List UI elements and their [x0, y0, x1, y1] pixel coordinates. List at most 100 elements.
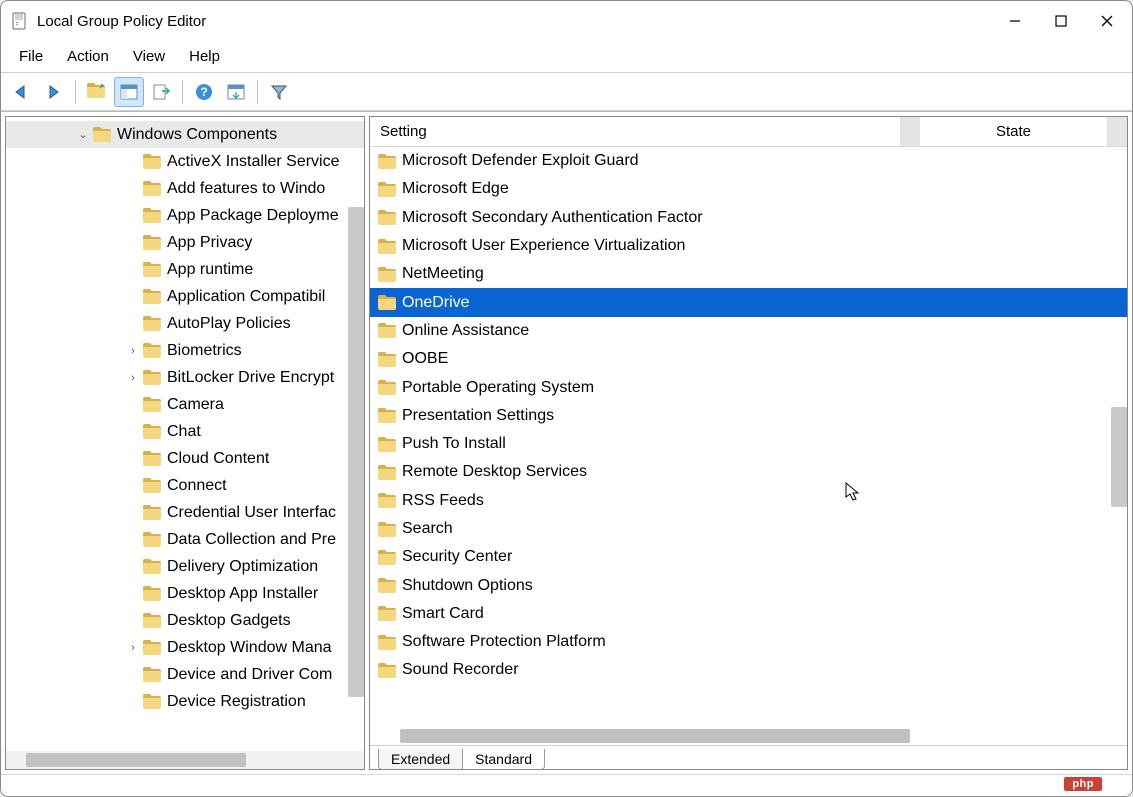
tree-item[interactable]: Desktop App Installer	[6, 580, 364, 607]
list-row[interactable]: Security Center	[370, 543, 1127, 571]
chevron-down-icon[interactable]: ⌄	[76, 128, 90, 141]
help-button[interactable]: ?	[189, 77, 219, 107]
tree-item[interactable]: App Package Deployme	[6, 202, 364, 229]
tree-root[interactable]: ⌄ Windows Components	[6, 121, 364, 148]
list-row[interactable]: Portable Operating System	[370, 373, 1127, 401]
show-hide-action-button[interactable]	[221, 77, 251, 107]
list-row[interactable]: Microsoft Secondary Authentication Facto…	[370, 204, 1127, 232]
tree-item[interactable]: Device and Driver Com	[6, 661, 364, 688]
folder-icon	[143, 289, 161, 304]
folder-icon	[378, 465, 396, 480]
folder-icon	[378, 522, 396, 537]
tree-item[interactable]: ›Desktop Window Mana	[6, 634, 364, 661]
tree-item[interactable]: Application Compatibil	[6, 283, 364, 310]
list-row[interactable]: Search	[370, 515, 1127, 543]
tab-standard[interactable]: Standard	[462, 749, 545, 770]
list-row[interactable]: Sound Recorder	[370, 656, 1127, 684]
folder-icon	[378, 380, 396, 395]
body: ⌄ Windows Components ActiveX Installer S…	[1, 111, 1132, 774]
column-setting[interactable]: Setting	[370, 123, 900, 140]
tab-extended[interactable]: Extended	[378, 749, 462, 770]
statusbar: php	[1, 774, 1132, 796]
maximize-button[interactable]	[1038, 1, 1084, 41]
tree-item[interactable]: Cloud Content	[6, 445, 364, 472]
folder-icon	[378, 550, 396, 565]
tree-item[interactable]: Camera	[6, 391, 364, 418]
tree[interactable]: ⌄ Windows Components ActiveX Installer S…	[6, 117, 364, 751]
menu-file[interactable]: File	[7, 44, 55, 69]
folder-icon	[143, 262, 161, 277]
list-row[interactable]: Online Assistance	[370, 317, 1127, 345]
tree-item[interactable]: App Privacy	[6, 229, 364, 256]
folder-icon	[143, 316, 161, 331]
tree-item-label: App Package Deployme	[167, 207, 339, 225]
back-button[interactable]	[7, 77, 37, 107]
menu-view[interactable]: View	[121, 44, 177, 69]
folder-icon	[378, 352, 396, 367]
tree-item-label: Application Compatibil	[167, 288, 325, 306]
list-item-label: Microsoft Secondary Authentication Facto…	[402, 209, 703, 227]
list-item-label: Microsoft User Experience Virtualization	[402, 237, 685, 255]
tree-item[interactable]: Delivery Optimization	[6, 553, 364, 580]
list-row[interactable]: RSS Feeds	[370, 487, 1127, 515]
toolbar: ?	[1, 73, 1132, 111]
tree-item[interactable]: AutoPlay Policies	[6, 310, 364, 337]
watermark-badge: php	[1064, 777, 1102, 791]
tree-item[interactable]: App runtime	[6, 256, 364, 283]
list-item-label: Presentation Settings	[402, 407, 554, 425]
list-item-label: Security Center	[402, 548, 512, 566]
tree-item-label: Connect	[167, 477, 227, 495]
list-row[interactable]: Shutdown Options	[370, 571, 1127, 599]
list-item-label: Software Protection Platform	[402, 633, 606, 651]
folder-icon	[143, 559, 161, 574]
list-row[interactable]: Microsoft User Experience Virtualization	[370, 232, 1127, 260]
tree-item[interactable]: ›Biometrics	[6, 337, 364, 364]
titlebar[interactable]: Local Group Policy Editor	[1, 1, 1132, 41]
tree-vscrollbar[interactable]	[348, 207, 364, 697]
list-row[interactable]: OneDrive	[370, 288, 1127, 316]
list-row[interactable]: Software Protection Platform	[370, 628, 1127, 656]
list-item-label: Portable Operating System	[402, 379, 594, 397]
tree-item[interactable]: Connect	[6, 472, 364, 499]
tree-hscrollbar[interactable]	[6, 751, 364, 769]
export-button[interactable]	[146, 77, 176, 107]
forward-button[interactable]	[39, 77, 69, 107]
settings-list[interactable]: Microsoft Defender Exploit GuardMicrosof…	[370, 147, 1127, 727]
column-state[interactable]: State	[920, 123, 1107, 140]
list-row[interactable]: Smart Card	[370, 600, 1127, 628]
tree-item[interactable]: Data Collection and Pre	[6, 526, 364, 553]
list-row[interactable]: Push To Install	[370, 430, 1127, 458]
chevron-right-icon[interactable]: ›	[126, 345, 140, 357]
list-row[interactable]: Presentation Settings	[370, 402, 1127, 430]
column-divider[interactable]	[1107, 117, 1127, 146]
list-vscrollbar[interactable]	[1111, 407, 1127, 507]
list-hscrollbar[interactable]	[370, 727, 1127, 745]
filter-button[interactable]	[264, 77, 294, 107]
menu-help[interactable]: Help	[177, 44, 232, 69]
list-row[interactable]: NetMeeting	[370, 260, 1127, 288]
tree-item[interactable]: ActiveX Installer Service	[6, 148, 364, 175]
folder-icon	[378, 239, 396, 254]
column-divider[interactable]	[900, 117, 920, 146]
tree-item[interactable]: Desktop Gadgets	[6, 607, 364, 634]
tree-item-label: Desktop Gadgets	[167, 612, 291, 630]
tree-item[interactable]: Device Registration	[6, 688, 364, 715]
tree-item[interactable]: Add features to Windo	[6, 175, 364, 202]
chevron-right-icon[interactable]: ›	[126, 372, 140, 384]
close-button[interactable]	[1084, 1, 1130, 41]
list-row[interactable]: Microsoft Edge	[370, 175, 1127, 203]
tree-item[interactable]: Chat	[6, 418, 364, 445]
menu-action[interactable]: Action	[55, 44, 121, 69]
list-row[interactable]: Remote Desktop Services	[370, 458, 1127, 486]
list-item-label: Push To Install	[402, 435, 506, 453]
list-row[interactable]: Microsoft Defender Exploit Guard	[370, 147, 1127, 175]
up-button[interactable]	[82, 77, 112, 107]
list-row[interactable]: OOBE	[370, 345, 1127, 373]
tree-item[interactable]: ›BitLocker Drive Encrypt	[6, 364, 364, 391]
tree-item-label: Credential User Interfac	[167, 504, 336, 522]
list-item-label: Sound Recorder	[402, 661, 519, 679]
tree-item[interactable]: Credential User Interfac	[6, 499, 364, 526]
chevron-right-icon[interactable]: ›	[126, 642, 140, 654]
minimize-button[interactable]	[992, 1, 1038, 41]
show-hide-tree-button[interactable]	[114, 77, 144, 107]
